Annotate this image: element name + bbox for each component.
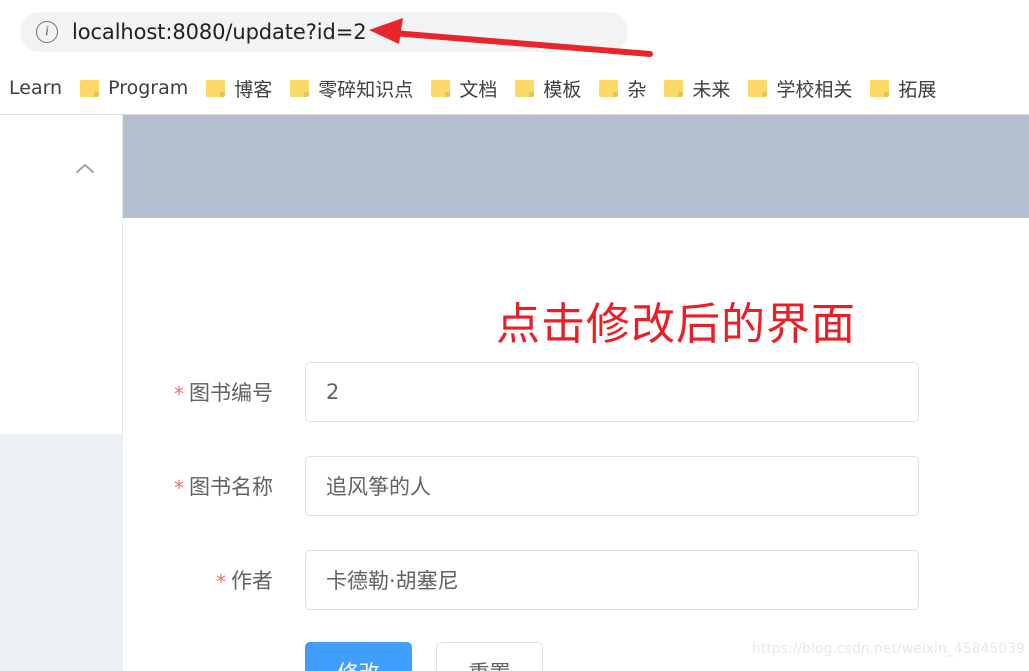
bookmark-item[interactable]: Learn: [0, 68, 71, 108]
bookmark-item[interactable]: 博客: [197, 68, 281, 108]
app-sidebar: [0, 115, 123, 434]
folder-icon: [515, 79, 535, 97]
folder-icon: [290, 79, 310, 97]
bookmark-item[interactable]: 学校相关: [739, 68, 861, 108]
browser-chrome: i localhost:8080/update?id=2 Learn Progra…: [0, 0, 1029, 115]
watermark-text: https://blog.csdn.net/weixin_45845039: [752, 641, 1026, 657]
callout-text: 点击修改后的界面: [496, 299, 856, 350]
submit-button-label: 修改: [338, 657, 380, 671]
address-bar[interactable]: i localhost:8080/update?id=2: [20, 12, 628, 52]
form-row: * 图书名称 追风筝的人: [123, 456, 1029, 516]
form-label: * 作者: [123, 550, 285, 610]
info-circle-icon[interactable]: i: [36, 21, 58, 43]
form-row: * 作者 卡德勒·胡塞尼: [123, 550, 1029, 610]
bookmark-label: 学校相关: [776, 78, 853, 101]
bookmark-item[interactable]: 模板: [506, 68, 590, 108]
app-sidebar-lower: [0, 434, 123, 671]
required-asterisk: *: [216, 570, 226, 594]
form-input[interactable]: 2: [305, 362, 919, 422]
reset-button-label: 重置: [469, 657, 511, 671]
form-input[interactable]: 追风筝的人: [305, 456, 919, 516]
bookmark-item[interactable]: Program: [71, 68, 197, 108]
form-label: * 图书名称: [123, 456, 285, 516]
bookmark-label: 未来: [692, 78, 731, 101]
folder-icon: [599, 79, 619, 97]
omnibox-row: i localhost:8080/update?id=2: [0, 0, 1029, 62]
bookmark-item[interactable]: 杂: [590, 68, 655, 108]
app-header-banner: [123, 115, 1029, 218]
bookmark-item[interactable]: 拓展: [861, 68, 945, 108]
info-glyph: i: [45, 23, 49, 39]
bookmark-label: Program: [108, 77, 189, 99]
web-page-viewport: 修改 重置 *图书编号2*图书名称追风筝的人*作者卡德勒·胡塞尼: [0, 115, 1029, 671]
bookmark-item[interactable]: 文档: [422, 68, 506, 108]
url-text: localhost:8080/update?id=2: [72, 20, 367, 44]
bookmark-label: 文档: [459, 78, 498, 101]
folder-icon: [664, 79, 684, 97]
form-label: * 图书编号: [123, 362, 285, 422]
bookmark-label: 模板: [543, 78, 582, 101]
bookmark-label: Learn: [9, 77, 63, 99]
folder-icon: [206, 79, 226, 97]
required-asterisk: *: [174, 382, 184, 406]
form-label-text: 作者: [231, 569, 273, 593]
bookmark-label: 拓展: [898, 78, 937, 101]
form-actions: 修改 重置: [305, 642, 543, 671]
form-label-text: 图书名称: [189, 475, 273, 499]
form-input[interactable]: 卡德勒·胡塞尼: [305, 550, 919, 610]
bookmarks-bar: Learn Program 博客 零碎知识点 文档 模板 杂 未来 学校相关 拓展: [0, 62, 1029, 114]
bookmark-label: 杂: [627, 78, 647, 101]
required-asterisk: *: [174, 476, 184, 500]
chevron-up-icon[interactable]: [74, 161, 96, 175]
bookmark-label: 零碎知识点: [318, 78, 414, 101]
bookmark-item[interactable]: 未来: [655, 68, 739, 108]
form-row: * 图书编号 2: [123, 362, 1029, 422]
form-label-text: 图书编号: [189, 381, 273, 405]
folder-icon: [748, 79, 768, 97]
folder-icon: [80, 79, 100, 97]
form-container: 修改 重置 *图书编号2*图书名称追风筝的人*作者卡德勒·胡塞尼: [123, 218, 1029, 671]
submit-button[interactable]: 修改: [305, 642, 412, 671]
reset-button[interactable]: 重置: [436, 642, 543, 671]
folder-icon: [870, 79, 890, 97]
folder-icon: [431, 79, 451, 97]
bookmark-item[interactable]: 零碎知识点: [281, 68, 422, 108]
bookmark-label: 博客: [234, 78, 273, 101]
